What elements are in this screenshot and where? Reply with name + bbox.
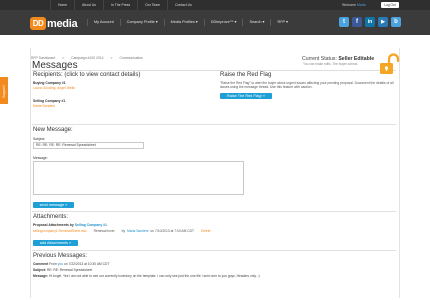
- status-subtext: You can make edits. The buyer cannot.: [303, 62, 359, 66]
- title-divider: [32, 70, 396, 71]
- welcome-text: Welcome Maria: [342, 0, 366, 10]
- section-divider: [32, 250, 396, 251]
- section-divider: [32, 211, 396, 212]
- attachment-file-link[interactable]: sellingcompany1-RenewalSheet.xlsx: [33, 229, 87, 233]
- subject-label: Subject:: [33, 137, 46, 141]
- utility-bar: Home About Us In The Press Our Team Cont…: [0, 0, 430, 10]
- attachment-uploaded-at: on 7/10/2013 at 7:03 AM CDT: [150, 229, 195, 233]
- facebook-icon[interactable]: f: [352, 17, 362, 27]
- site-header: DD media My Account Company Profile ▾ Me…: [0, 10, 430, 35]
- attachments-subheading-prefix: Proposal Attachments by: [33, 223, 74, 227]
- selling-company-label: Selling Company #1: [33, 99, 66, 103]
- subject-input[interactable]: RE: RE: RE: RE: Renewal Spreadsheet: [33, 142, 144, 149]
- utility-link-press[interactable]: In The Press: [103, 0, 137, 10]
- linkedin-icon[interactable]: in: [365, 17, 375, 27]
- previous-message: Message: Hi Angel. Yes I am not able to …: [33, 274, 260, 278]
- attachments-heading: Attachments:: [33, 214, 69, 220]
- previous-subject: Subject: RE: RE: Renewal Spreadsheet: [33, 268, 92, 272]
- attachment-delete-link[interactable]: Delete: [201, 229, 211, 233]
- unlock-icon: [380, 53, 400, 74]
- attachment-uploader-link[interactable]: Maria Sanders: [127, 229, 148, 233]
- support-tab[interactable]: Support: [0, 77, 8, 104]
- main-nav: My Account Company Profile ▾ Media Profi…: [87, 19, 294, 26]
- attachments-subheading: Proposal Attachments by Selling Company …: [33, 223, 107, 227]
- red-flag-description: "Raise the Red Flag" to alert the buyer …: [220, 81, 394, 90]
- comment-from-user[interactable]: you: [58, 262, 63, 266]
- add-attachments-button[interactable]: add Attachments »: [33, 240, 78, 246]
- utility-link-home[interactable]: Home: [50, 0, 74, 10]
- attachment-by-label: by: [121, 229, 126, 233]
- logout-button[interactable]: Log Out: [381, 2, 399, 8]
- previous-subject-value: RE: RE: Renewal Spreadsheet: [46, 268, 93, 272]
- message-label: Message:: [33, 156, 48, 160]
- utility-link-contact[interactable]: Contact Us: [167, 0, 199, 10]
- welcome-user-link[interactable]: Maria: [357, 3, 365, 7]
- nav-ddimprove[interactable]: DDimprove™ ▾: [203, 19, 243, 26]
- breadcrumb-current: Communication: [119, 56, 144, 60]
- attachments-company-link[interactable]: Selling Company #1: [75, 223, 107, 227]
- youtube-icon[interactable]: ▶: [378, 17, 388, 27]
- previous-message-value: Hi Angel. Yes I am not able to see our c…: [48, 274, 260, 278]
- send-message-button[interactable]: send message »: [33, 202, 74, 208]
- comment-label: Comment: [33, 262, 49, 266]
- logo-badge: DD: [30, 17, 46, 30]
- social-links: t f in ▶ b: [339, 17, 401, 27]
- buying-contacts-link[interactable]: Laura Gooding, Angel Wells: [33, 86, 75, 90]
- nav-media-profiles[interactable]: Media Profiles ▾: [163, 19, 204, 26]
- nav-search[interactable]: Search ▾: [242, 19, 270, 26]
- welcome-prefix: Welcome: [342, 3, 357, 7]
- message-textarea[interactable]: [33, 161, 244, 195]
- twitter-icon[interactable]: t: [339, 17, 349, 27]
- selling-contacts-link[interactable]: Maria Sanders: [33, 104, 55, 108]
- previous-subject-label: Subject:: [33, 268, 47, 272]
- utility-nav: Home About Us In The Press Our Team Cont…: [50, 0, 199, 10]
- logo-text: media: [47, 17, 78, 30]
- blog-icon[interactable]: b: [391, 17, 401, 27]
- site-logo[interactable]: DD media: [30, 17, 78, 30]
- previous-messages-heading: Previous Messages:: [33, 253, 88, 259]
- buying-company-label: Buying Company #1: [33, 81, 66, 85]
- breadcrumb-separator: >: [110, 56, 113, 60]
- attachment-row: sellingcompany1-RenewalSheet.xlsx Renewa…: [33, 229, 216, 233]
- nav-rfp[interactable]: RFP ▾: [270, 19, 294, 26]
- previous-message-label: Message:: [33, 274, 49, 278]
- nav-company-profile[interactable]: Company Profile ▾: [119, 19, 164, 26]
- red-flag-heading: Raise the Red Flag: [220, 72, 272, 78]
- new-message-heading: New Message:: [33, 127, 73, 133]
- utility-link-team[interactable]: Our Team: [137, 0, 167, 10]
- support-tab-label: Support: [2, 85, 6, 98]
- attachment-description: Renewal Inver: [93, 229, 115, 233]
- utility-link-about[interactable]: About Us: [74, 0, 103, 10]
- comment-time: on 7/22/2013 at 10:30 AM CDT: [64, 262, 110, 266]
- comment-from-label: From: [49, 262, 57, 266]
- section-divider: [32, 124, 396, 125]
- previous-comment-meta: Comment From you on 7/22/2013 at 10:30 A…: [33, 262, 109, 266]
- recipients-heading: Recipients: (click to view contact detai…: [33, 72, 141, 78]
- nav-my-account[interactable]: My Account: [87, 19, 120, 26]
- raise-red-flag-button[interactable]: Raise The Red Flag! »: [220, 93, 272, 99]
